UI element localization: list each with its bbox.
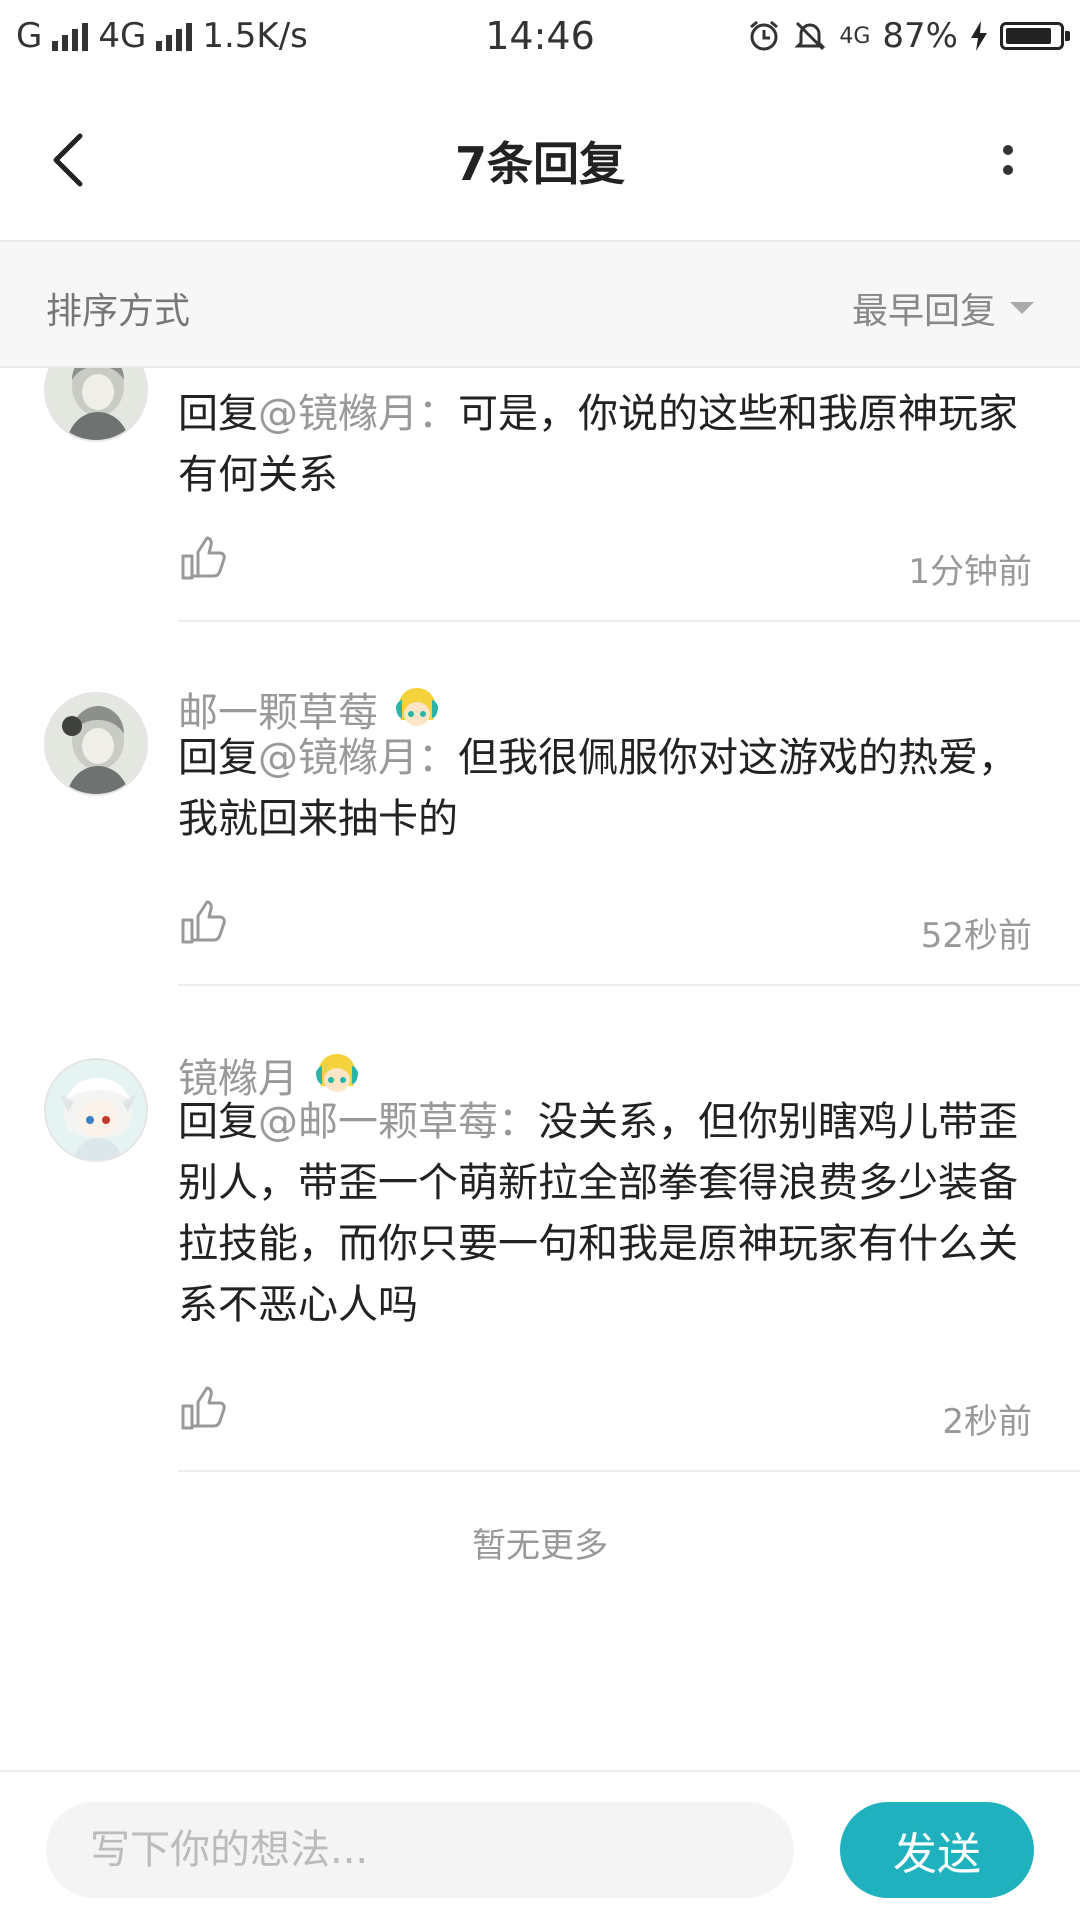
- reply-content: 回复@镜橼月：但我很佩服你对这游戏的热爱，我就回来抽卡的: [178, 735, 1018, 842]
- thumbs-up-icon[interactable]: [178, 900, 226, 948]
- reply-time: 52秒前: [920, 916, 1032, 956]
- sort-dropdown[interactable]: 最早回复: [852, 282, 1034, 334]
- badge-icon: [393, 685, 441, 733]
- reply-content: 回复@邮一颗草莓：没关系，但你别瞎鸡儿带歪别人，带歪一个萌新拉全部拳套得浪费多少…: [178, 1099, 1018, 1328]
- comment-input[interactable]: [46, 1802, 794, 1898]
- avatar[interactable]: [44, 1058, 148, 1162]
- send-button[interactable]: 发送: [840, 1802, 1034, 1898]
- alarm-icon: [750, 20, 779, 51]
- page-title: 7条回复: [454, 137, 625, 191]
- sort-label: 排序方式: [46, 291, 191, 332]
- no-more-label: 暂无更多: [472, 1526, 608, 1566]
- reply-item: 回复@镜橼月：可是，你说的这些和我原神玩家有何关系 1分钟前: [0, 368, 1080, 622]
- mention-link[interactable]: @邮一颗草莓: [258, 1099, 498, 1145]
- battery-percent: 87%: [882, 16, 958, 56]
- top-nav: 7条回复: [0, 80, 1080, 242]
- reply-item: 镜橼月 回复@邮一颗草莓：没关系，但你别瞎鸡儿带歪别人，带歪一个萌新拉全部拳套得…: [0, 986, 1080, 1472]
- caret-down-icon: [1010, 302, 1034, 314]
- reply-content: 回复@镜橼月：可是，你说的这些和我原神玩家有何关系: [178, 391, 1018, 498]
- network-label-2: 4G: [839, 23, 871, 49]
- more-vertical-icon[interactable]: [976, 128, 1040, 192]
- divider: [178, 1470, 1080, 1472]
- status-right: 4G 87%: [747, 16, 1070, 56]
- sort-bar: 排序方式 最早回复: [0, 242, 1080, 368]
- reply-time: 2秒前: [942, 1402, 1032, 1442]
- reply-time: 1分钟前: [908, 552, 1032, 592]
- charging-icon: [971, 21, 987, 51]
- battery-fill: [1006, 28, 1051, 44]
- status-bar: G 4G 1.5K/s 14:46 4G 87%: [0, 0, 1080, 80]
- mention-link[interactable]: @镜橼月: [258, 735, 418, 781]
- mute-icon: [794, 21, 826, 51]
- reply-item: 邮一颗草莓 回复@镜橼月：但我很佩服你对这游戏的热爱，我就回来抽卡的 52秒前: [0, 622, 1080, 986]
- mention-link[interactable]: @镜橼月: [258, 391, 418, 437]
- battery-icon: [1000, 22, 1070, 50]
- thumbs-up-icon[interactable]: [178, 1386, 226, 1434]
- sort-value: 最早回复: [851, 291, 996, 332]
- composer-bar: 发送: [0, 1770, 1080, 1922]
- avatar[interactable]: [44, 368, 148, 442]
- thumbs-up-icon[interactable]: [178, 536, 226, 584]
- avatar[interactable]: [44, 692, 148, 796]
